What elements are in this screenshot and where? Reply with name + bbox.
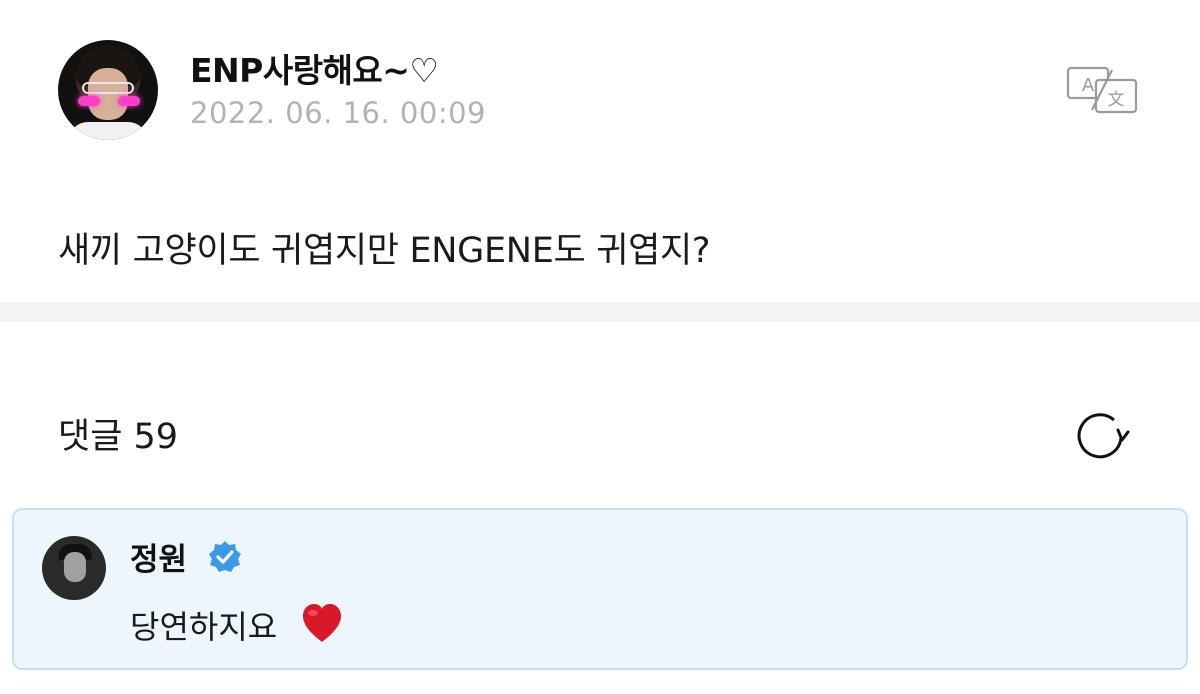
svg-text:A: A [1082, 75, 1095, 96]
author-name[interactable]: ENP사랑해요~♡ [190, 44, 439, 92]
post-header: ENP사랑해요~♡ 2022. 06. 16. 00:09 A 文 [58, 40, 1158, 140]
refresh-icon[interactable] [1074, 408, 1130, 464]
post-body-text: 새끼 고양이도 귀엽지만 ENGENE도 귀엽지? [58, 231, 711, 271]
author-avatar[interactable] [58, 40, 158, 140]
translate-icon[interactable]: A 文 [1066, 66, 1138, 114]
comment-count-header: 댓글 59 [58, 417, 179, 457]
comment-text: 당연하지요 [130, 608, 278, 646]
post-date: 2022. 06. 16. 00:09 [190, 96, 486, 130]
commenter-avatar[interactable] [42, 536, 106, 600]
commenter-name[interactable]: 정원 [130, 534, 187, 579]
red-heart-icon [303, 604, 341, 642]
svg-text:文: 文 [1108, 90, 1125, 110]
verified-badge-icon [209, 541, 241, 572]
section-divider [0, 302, 1200, 322]
comment-item: 정원 당연하지요 [12, 508, 1188, 670]
